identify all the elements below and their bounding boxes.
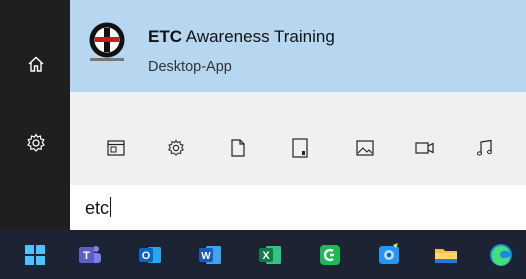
video-filter-icon[interactable] (413, 136, 437, 160)
svg-text:W: W (201, 251, 211, 262)
app-blue-icon[interactable] (376, 242, 402, 268)
excel-icon[interactable]: X (257, 242, 283, 268)
teams-icon[interactable]: T (77, 242, 103, 268)
app-title: ETC Awareness Training (148, 27, 335, 46)
search-input[interactable]: etc (85, 197, 112, 219)
app-green-icon[interactable] (317, 242, 343, 268)
document-filter-icon[interactable] (226, 136, 250, 160)
music-filter-icon[interactable] (473, 136, 497, 160)
best-match-item[interactable]: ETC Awareness Training Desktop-App (70, 0, 526, 92)
start-menu-search: ETC Awareness Training Desktop-App etc T… (0, 0, 526, 279)
start-icon[interactable] (22, 242, 48, 268)
svg-text:O: O (142, 250, 151, 262)
file-explorer-icon[interactable] (433, 242, 459, 268)
app-subtitle: Desktop-App (148, 59, 232, 75)
search-box[interactable]: etc (70, 185, 526, 230)
etc-app-icon (86, 22, 128, 66)
filter-bar (70, 128, 526, 168)
photo-filter-icon[interactable] (353, 136, 377, 160)
folder-filter-icon[interactable] (288, 136, 312, 160)
settings-filter-icon[interactable] (164, 136, 188, 160)
svg-text:X: X (262, 250, 270, 262)
settings-icon[interactable] (25, 132, 47, 154)
app-filter-icon[interactable] (104, 136, 128, 160)
text-caret (110, 197, 112, 217)
search-results-panel: ETC Awareness Training Desktop-App etc (70, 0, 526, 230)
home-icon[interactable] (25, 53, 47, 75)
left-rail (0, 0, 70, 230)
edge-icon[interactable] (488, 242, 514, 268)
word-icon[interactable]: W (197, 242, 223, 268)
taskbar: T O W X (0, 230, 526, 279)
svg-text:T: T (83, 250, 90, 262)
outlook-icon[interactable]: O (137, 242, 163, 268)
